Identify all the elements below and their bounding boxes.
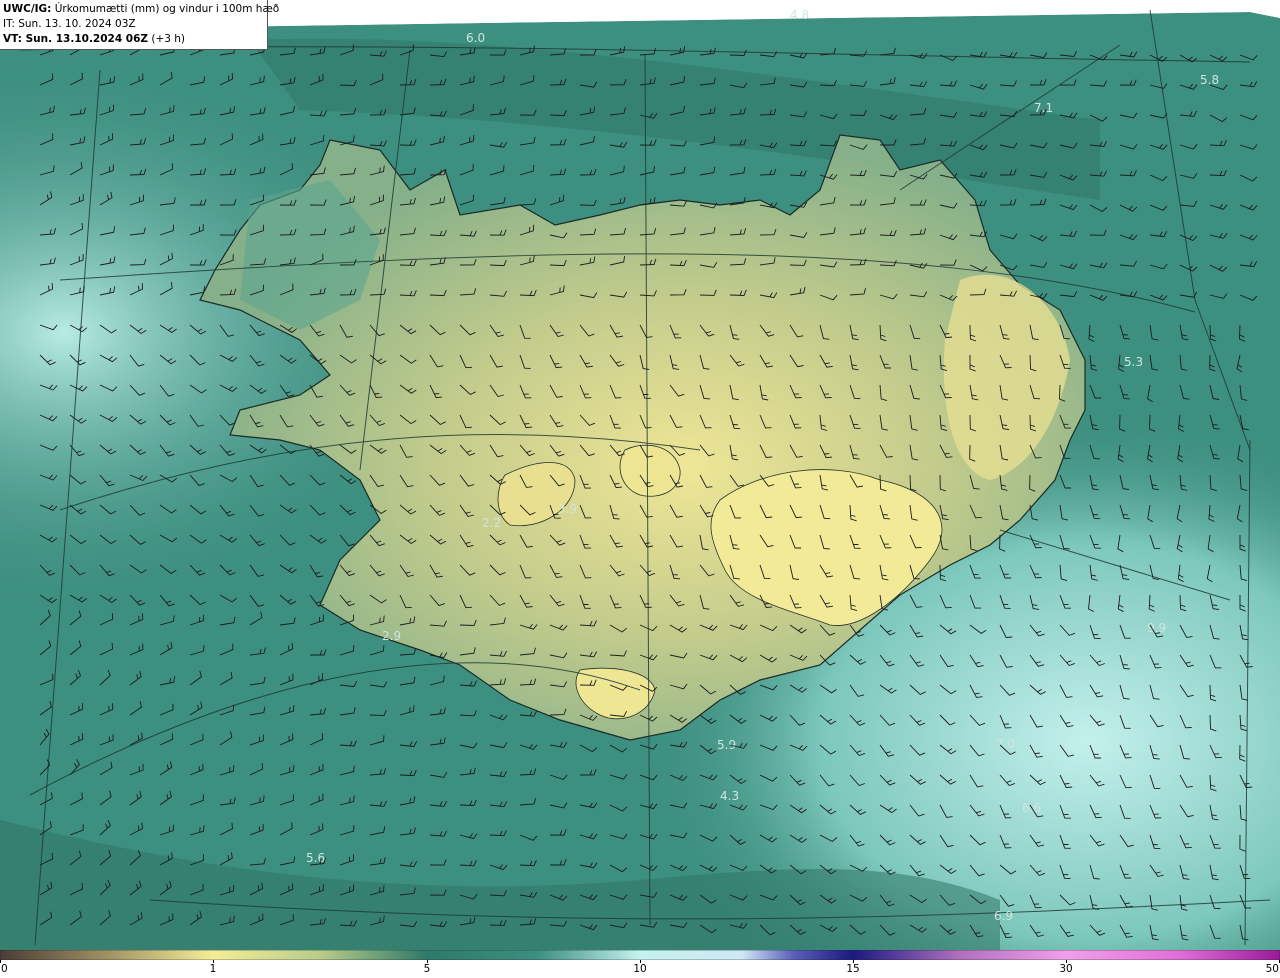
valid-time: VT: Sun. 13.10.2024 06Z xyxy=(3,33,149,45)
label-6-0: 6.0 xyxy=(466,31,485,45)
label-3-9: 3.9 xyxy=(558,502,577,516)
label-5-8: 5.8 xyxy=(1200,73,1219,87)
label-7-1: 7.1 xyxy=(1034,101,1053,115)
label-4-8: 4.8 xyxy=(790,8,809,22)
precipitable-water-wind-map: 4.8 6.0 5.8 7.1 5.3 3.9 2.9 9.9 5.9 4.3 … xyxy=(0,0,1280,950)
label-4-3: 4.3 xyxy=(720,789,739,803)
valid-time-line: VT: Sun. 13.10.2024 06Z (+3 h) xyxy=(3,32,264,47)
title-line: UWC/IG: Úrkomumætti (mm) og vindur i 100… xyxy=(3,2,279,17)
label-5-6: 5.6 xyxy=(306,851,325,865)
tick-0: 0 xyxy=(1,963,8,975)
label-6-9: 6.9 xyxy=(994,909,1013,923)
tick-15: 15 xyxy=(846,963,860,975)
tick-50: 50 xyxy=(1265,963,1279,975)
tick-30: 30 xyxy=(1059,963,1073,975)
forecast-info-box: UWC/IG: Úrkomumætti (mm) og vindur i 100… xyxy=(0,0,279,50)
tick-5: 5 xyxy=(423,963,431,975)
tick-10: 10 xyxy=(633,963,647,975)
forecast-map-view: 4.8 6.0 5.8 7.1 5.3 3.9 2.9 9.9 5.9 4.3 … xyxy=(0,0,1280,978)
tick-1: 1 xyxy=(209,963,217,975)
label-7-0: 7.0 xyxy=(996,737,1015,751)
label-5-3: 5.3 xyxy=(1124,355,1143,369)
initial-time: IT: Sun. 13. 10. 2024 03Z xyxy=(3,18,136,30)
label-2-9: 2.9 xyxy=(382,629,401,643)
color-scale-ticks: 0 1 5 10 15 30 50 xyxy=(0,960,1280,978)
color-scale-bar xyxy=(0,950,1280,960)
label-5-9: 5.9 xyxy=(717,738,736,752)
lead-time: (+3 h) xyxy=(148,33,186,45)
product-code: UWC/IG: xyxy=(3,3,52,15)
product-description: Úrkomumætti (mm) og vindur i 100m hæð xyxy=(54,3,280,15)
label-2-2: 2.2 xyxy=(482,516,501,530)
